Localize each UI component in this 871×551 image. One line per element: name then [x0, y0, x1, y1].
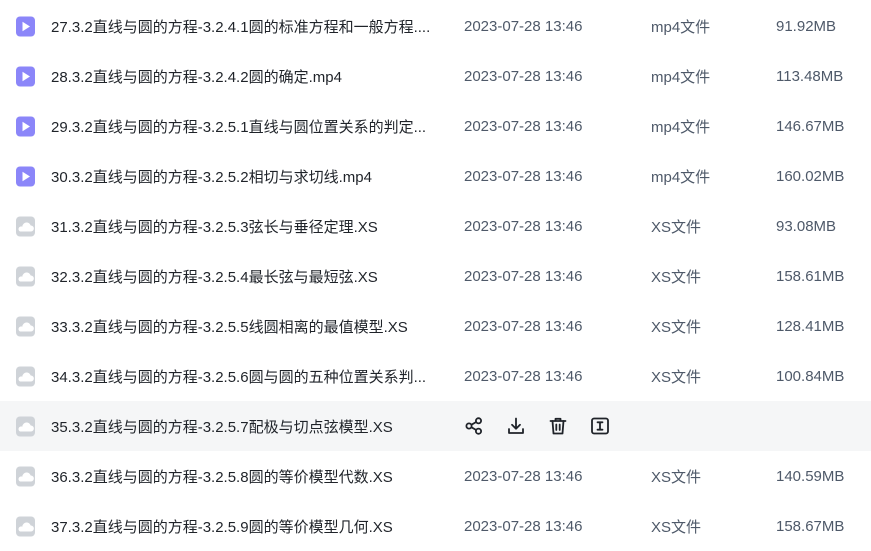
file-row[interactable]: 33.3.2直线与圆的方程-3.2.5.5线圆相离的最值模型.XS 2023-07… [0, 301, 871, 351]
file-size: 128.41MB [776, 317, 845, 335]
cloud-file-icon [15, 366, 36, 387]
file-row[interactable]: 28.3.2直线与圆的方程-3.2.4.2圆的确定.mp4 2023-07-28 … [0, 51, 871, 101]
row-actions [463, 415, 631, 437]
cloud-file-icon [15, 316, 36, 337]
file-row[interactable]: 29.3.2直线与圆的方程-3.2.5.1直线与圆位置关系的判定... 2023-… [0, 101, 871, 151]
file-date: 2023-07-28 13:46 [464, 267, 583, 285]
cloud-file-icon [15, 266, 36, 287]
file-size: 158.67MB [776, 517, 845, 535]
file-row[interactable]: 30.3.2直线与圆的方程-3.2.5.2相切与求切线.mp4 2023-07-2… [0, 151, 871, 201]
file-name[interactable]: 30.3.2直线与圆的方程-3.2.5.2相切与求切线.mp4 [51, 166, 372, 187]
file-date: 2023-07-28 13:46 [464, 467, 583, 485]
cloud-file-icon [15, 466, 36, 487]
file-name[interactable]: 36.3.2直线与圆的方程-3.2.5.8圆的等价模型代数.XS [51, 466, 393, 487]
file-size: 93.08MB [776, 217, 837, 235]
file-type: mp4文件 [651, 118, 711, 136]
file-size: 146.67MB [776, 117, 845, 135]
file-name[interactable]: 27.3.2直线与圆的方程-3.2.4.1圆的标准方程和一般方程.... [51, 16, 430, 37]
file-list: 27.3.2直线与圆的方程-3.2.4.1圆的标准方程和一般方程.... 2023… [0, 0, 871, 540]
file-type: mp4文件 [651, 168, 711, 186]
file-type: XS文件 [651, 518, 702, 536]
file-name[interactable]: 35.3.2直线与圆的方程-3.2.5.7配极与切点弦模型.XS [51, 416, 393, 437]
file-name[interactable]: 29.3.2直线与圆的方程-3.2.5.1直线与圆位置关系的判定... [51, 116, 426, 137]
file-size: 113.48MB [776, 67, 844, 85]
file-row[interactable]: 35.3.2直线与圆的方程-3.2.5.7配极与切点弦模型.XS [0, 401, 871, 451]
file-name[interactable]: 34.3.2直线与圆的方程-3.2.5.6圆与圆的五种位置关系判... [51, 366, 426, 387]
file-date: 2023-07-28 13:46 [464, 167, 583, 185]
video-file-icon [15, 16, 36, 37]
file-name[interactable]: 28.3.2直线与圆的方程-3.2.4.2圆的确定.mp4 [51, 66, 342, 87]
file-row[interactable]: 27.3.2直线与圆的方程-3.2.4.1圆的标准方程和一般方程.... 2023… [0, 1, 871, 51]
file-type: mp4文件 [651, 68, 711, 86]
file-type: XS文件 [651, 218, 702, 236]
video-file-icon [15, 166, 36, 187]
file-type: mp4文件 [651, 18, 711, 36]
file-date: 2023-07-28 13:46 [464, 217, 583, 235]
file-size: 100.84MB [776, 367, 845, 385]
file-date: 2023-07-28 13:46 [464, 117, 583, 135]
video-file-icon [15, 116, 36, 137]
file-name[interactable]: 37.3.2直线与圆的方程-3.2.5.9圆的等价模型几何.XS [51, 516, 393, 537]
delete-icon[interactable] [547, 415, 569, 437]
cloud-file-icon [15, 416, 36, 437]
file-name[interactable]: 31.3.2直线与圆的方程-3.2.5.3弦长与垂径定理.XS [51, 216, 378, 237]
cloud-file-icon [15, 216, 36, 237]
file-name[interactable]: 32.3.2直线与圆的方程-3.2.5.4最长弦与最短弦.XS [51, 266, 378, 287]
file-date: 2023-07-28 13:46 [464, 367, 583, 385]
file-date: 2023-07-28 13:46 [464, 317, 583, 335]
file-type: XS文件 [651, 318, 702, 336]
file-size: 140.59MB [776, 467, 845, 485]
file-size: 160.02MB [776, 167, 845, 185]
cloud-file-icon [15, 516, 36, 537]
share-icon[interactable] [463, 415, 485, 437]
file-size: 91.92MB [776, 17, 837, 35]
video-file-icon [15, 66, 36, 87]
file-row[interactable]: 32.3.2直线与圆的方程-3.2.5.4最长弦与最短弦.XS 2023-07-2… [0, 251, 871, 301]
file-type: XS文件 [651, 368, 702, 386]
file-row[interactable]: 36.3.2直线与圆的方程-3.2.5.8圆的等价模型代数.XS 2023-07-… [0, 451, 871, 501]
file-name[interactable]: 33.3.2直线与圆的方程-3.2.5.5线圆相离的最值模型.XS [51, 316, 408, 337]
file-size: 158.61MB [776, 267, 845, 285]
download-icon[interactable] [505, 415, 527, 437]
file-row[interactable]: 34.3.2直线与圆的方程-3.2.5.6圆与圆的五种位置关系判... 2023-… [0, 351, 871, 401]
rename-icon[interactable] [589, 415, 611, 437]
file-type: XS文件 [651, 268, 702, 286]
file-type: XS文件 [651, 468, 702, 486]
file-date: 2023-07-28 13:46 [464, 517, 583, 535]
file-row[interactable]: 31.3.2直线与圆的方程-3.2.5.3弦长与垂径定理.XS 2023-07-2… [0, 201, 871, 251]
file-date: 2023-07-28 13:46 [464, 17, 583, 35]
file-date: 2023-07-28 13:46 [464, 67, 583, 85]
file-row[interactable]: 37.3.2直线与圆的方程-3.2.5.9圆的等价模型几何.XS 2023-07-… [0, 501, 871, 551]
